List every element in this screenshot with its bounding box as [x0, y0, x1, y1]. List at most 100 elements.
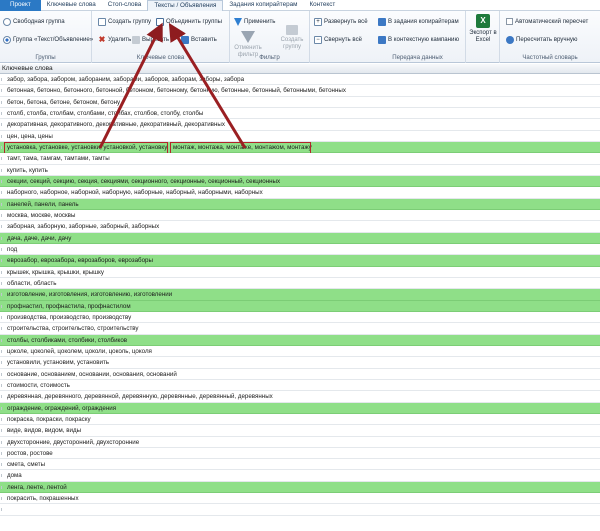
to-campaign-label: В контекстную кампанию: [388, 36, 460, 43]
grid-rows: забор, забора, забором, забораним, забор…: [0, 74, 600, 516]
keyword-row-text: декоративная, декоративного, декоративны…: [7, 121, 225, 129]
keyword-row[interactable]: тамт, тама, тамгам, тамтами, тамты: [0, 153, 600, 165]
keyword-row[interactable]: столб, столба, столбам, столбами, столба…: [0, 107, 600, 120]
create-group-filter-button[interactable]: Создать группу: [278, 25, 306, 51]
keyword-row[interactable]: забор, забора, забором, забораним, забор…: [0, 74, 600, 86]
paste-button[interactable]: Вставить: [181, 35, 217, 44]
keyword-row[interactable]: установка, установке, установки, установ…: [0, 141, 600, 154]
keyword-row[interactable]: ростов, ростове: [0, 447, 600, 460]
export-excel-button[interactable]: X Экспорт в Excel: [468, 14, 498, 44]
keyword-row[interactable]: покрасить, покрашенных: [0, 493, 600, 505]
merge-groups-button[interactable]: Объединить группы: [156, 17, 222, 26]
keyword-row-text: наборного, наборное, наборной, наборную,…: [7, 189, 263, 197]
keyword-row[interactable]: столбы, столбиками, столбики, столбиков: [0, 334, 600, 346]
keyword-row-text: крышек, крышка, крышки, крышку: [7, 268, 105, 276]
tab-1[interactable]: Ключевые слова: [41, 0, 102, 11]
keyword-row-text: под: [7, 245, 18, 253]
create-group-button[interactable]: Создать группу: [98, 17, 151, 26]
keyword-row[interactable]: ограждение, ограждений, ограждения: [0, 402, 600, 414]
keyword-row[interactable]: декоративная, декоративного, декоративны…: [0, 119, 600, 131]
collapse-icon: −: [314, 35, 322, 44]
keyword-row[interactable]: цоколе, цоколей, цоколем, цоколи, цоколь…: [0, 345, 600, 358]
to-copywriters-button[interactable]: В задания копирайтерам: [378, 17, 459, 26]
keyword-row[interactable]: двухсторонние, двусторонний, двухсторонн…: [0, 436, 600, 448]
keyword-row[interactable]: купить, купить: [0, 164, 600, 176]
keyword-row[interactable]: цен, цена, цены: [0, 130, 600, 142]
collapse-all-label: Свернуть всё: [324, 36, 363, 43]
keyword-row[interactable]: дача, даче, дачи, дачу: [0, 232, 600, 244]
apply-label: Применить: [244, 18, 276, 25]
keyword-row[interactable]: крышек, крышка, крышки, крышку: [0, 266, 600, 278]
apply-button[interactable]: Применить: [234, 17, 276, 26]
keyword-row[interactable]: установили, установим, установить: [0, 357, 600, 369]
keyword-row-text: купить, купить: [7, 166, 48, 174]
text-group-label: Группа «Текст/Объявление»: [13, 36, 94, 43]
excel-icon: X: [476, 14, 490, 28]
keyword-row[interactable]: дома: [0, 470, 600, 482]
keyword-row-text: профнастил, профнастила, профнастилом: [7, 302, 131, 310]
tab-4[interactable]: Задания копирайтерам: [223, 0, 303, 11]
expand-all-button[interactable]: + Развернуть всё: [314, 17, 368, 26]
keyword-row[interactable]: виде, видов, видом, виды: [0, 425, 600, 437]
campaign-icon: [378, 35, 386, 44]
keyword-row-text: виде, видов, видом, виды: [7, 427, 82, 435]
tab-3[interactable]: Тексты / Объявления: [147, 0, 224, 11]
keyword-row-text: деревянная, деревянного, деревянной, дер…: [7, 393, 273, 401]
keyword-row[interactable]: смета, сметы: [0, 459, 600, 471]
delete-button[interactable]: ✖ Удалить: [98, 35, 132, 44]
tab-2[interactable]: Стоп-слова: [102, 0, 148, 11]
keyword-row[interactable]: секции, секций, секцию, секция, секциями…: [0, 175, 600, 188]
to-campaign-button[interactable]: В контекстную кампанию: [378, 35, 459, 44]
keyword-row-text: цоколе, цоколей, цоколем, цоколи, цоколь…: [7, 347, 152, 355]
text-group-radio[interactable]: Группа «Текст/Объявление»: [3, 35, 93, 44]
keyword-row-text: области, область: [7, 279, 57, 287]
free-group-radio[interactable]: Свободная группа: [3, 17, 65, 26]
keyword-row[interactable]: основание, основанием, основании, основа…: [0, 368, 600, 380]
keyword-row-text: покраска, покраски, покраску: [7, 415, 91, 423]
keyword-row[interactable]: ленга, ленте, лентой: [0, 481, 600, 494]
collapse-all-button[interactable]: − Свернуть всё: [314, 35, 362, 44]
create-group-label: Создать группу: [108, 18, 152, 25]
keyword-row[interactable]: наборного, наборное, наборной, наборную,…: [0, 187, 600, 199]
grid-column-header[interactable]: Ключевые слова: [0, 64, 600, 74]
auto-recalc-checkbox[interactable]: Автоматический пересчет: [506, 17, 588, 26]
merge-groups-label: Объединить группы: [166, 18, 223, 25]
keyword-row[interactable]: профнастил, профнастила, профнастилом: [0, 300, 600, 312]
keyword-row[interactable]: заборная, заборную, заборные, заборный, …: [0, 221, 600, 233]
tab-5[interactable]: Контекст: [303, 0, 341, 11]
keyword-row-text: цен, цена, цены: [7, 132, 53, 140]
radio-icon: [3, 17, 11, 26]
keyword-row[interactable]: изготовление, изготовления, изготовлению…: [0, 289, 600, 301]
keyword-row[interactable]: стоимости, стоимость: [0, 379, 600, 392]
keyword-row[interactable]: деревянная, деревянного, деревянной, дер…: [0, 391, 600, 403]
keyword-row-text: установили, установим, установить: [7, 359, 110, 367]
keyword-row[interactable]: области, область: [0, 277, 600, 290]
new-document-icon: [98, 17, 106, 26]
keyword-row-text: тамт, тама, тамгам, тамтами, тамты: [7, 155, 110, 163]
keyword-row[interactable]: бетон, бетона, бетоне, бетоном, бетону: [0, 96, 600, 108]
frequency-group-label: Частотный словарь: [522, 54, 578, 61]
export-excel-label: Экспорт в Excel: [469, 30, 497, 43]
filter-group-label: Фильтр: [259, 54, 280, 61]
recalc-manual-button[interactable]: Пересчитать вручную: [506, 35, 578, 44]
keyword-row[interactable]: производства, производство, производству: [0, 311, 600, 324]
keyword-row[interactable]: москва, москве, москвы: [0, 209, 600, 222]
keyword-row[interactable]: покраска, покраски, покраску: [0, 413, 600, 426]
keyword-row[interactable]: панелей, панели, панель: [0, 198, 600, 210]
keyword-row-text: дача, даче, дачи, дачу: [7, 234, 72, 242]
keyword-row[interactable]: еврозабор, еврозабора, еврозаборов, евро…: [0, 255, 600, 267]
refresh-icon: [506, 35, 514, 44]
keyword-row-text: заборная, заборную, заборные, заборный, …: [7, 223, 160, 231]
keyword-row-text: двухсторонние, двусторонний, двухсторонн…: [7, 438, 140, 446]
keyword-row-text: панелей, панели, панель: [7, 200, 79, 208]
keyword-row[interactable]: [0, 504, 600, 516]
cut-button[interactable]: Вырезать: [132, 35, 169, 44]
paste-label: Вставить: [191, 36, 217, 43]
keyword-row[interactable]: под: [0, 243, 600, 256]
keyword-row[interactable]: строительства, строительство, строительс…: [0, 323, 600, 335]
keyword-row-text: забор, забора, забором, забораним, забор…: [7, 76, 245, 83]
keywords-grid: Ключевые слова забор, забора, забором, з…: [0, 64, 600, 531]
keyword-row[interactable]: бетонная, бетонно, бетонного, бетонной, …: [0, 85, 600, 97]
keyword-row-text: дома: [7, 472, 22, 480]
tab-0[interactable]: Проект: [0, 0, 41, 11]
